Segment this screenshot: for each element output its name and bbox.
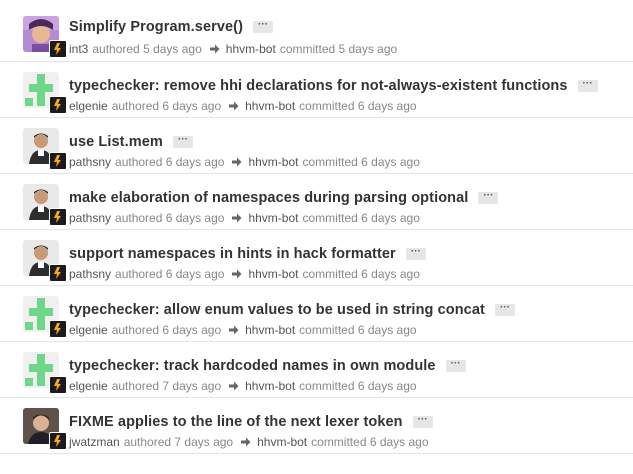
authored-time: authored 6 days ago: [115, 211, 225, 225]
avatar-group: [23, 296, 67, 338]
committed-time: committed 6 days ago: [302, 155, 420, 169]
commit-row: typechecker: remove hhi declarations for…: [0, 62, 633, 118]
arrow-right-icon: [232, 269, 242, 279]
commit-title[interactable]: FIXME applies to the line of the next le…: [69, 414, 403, 430]
committed-time: committed 6 days ago: [299, 379, 417, 393]
commit-row: support namespaces in hints in hack form…: [0, 230, 633, 286]
committer-avatar-bot-icon[interactable]: [49, 40, 67, 58]
commit-row: FIXME applies to the line of the next le…: [0, 398, 633, 454]
commit-row: use List.mem ··· pathsny authored 6 days…: [0, 118, 633, 174]
authored-time: authored 7 days ago: [123, 435, 234, 449]
committer-avatar-bot-icon[interactable]: [49, 264, 67, 282]
author-name[interactable]: jwatzman: [69, 435, 120, 449]
commit-title[interactable]: typechecker: remove hhi declarations for…: [69, 78, 568, 94]
commit-row: make elaboration of namespaces during pa…: [0, 174, 633, 230]
author-name[interactable]: pathsny: [69, 155, 111, 169]
ellipsis-button[interactable]: ···: [577, 79, 598, 92]
commit-title[interactable]: typechecker: allow enum values to be use…: [69, 302, 485, 318]
arrow-right-icon: [229, 101, 239, 111]
commit-title[interactable]: typechecker: track hardcoded names in ow…: [69, 358, 436, 374]
committer-name[interactable]: hhvm-bot: [245, 323, 295, 337]
committer-name[interactable]: hhvm-bot: [245, 379, 295, 393]
ellipsis-button[interactable]: ···: [253, 20, 274, 33]
ellipsis-button[interactable]: ···: [412, 415, 433, 428]
committed-time: committed 6 days ago: [302, 267, 420, 281]
author-name[interactable]: elgenie: [69, 379, 108, 393]
authored-time: authored 7 days ago: [111, 379, 222, 393]
commit-row: typechecker: allow enum values to be use…: [0, 286, 633, 342]
committed-time: committed 5 days ago: [279, 42, 398, 56]
arrow-right-icon: [241, 437, 251, 447]
committer-avatar-bot-icon[interactable]: [49, 96, 67, 114]
ellipsis-button[interactable]: ···: [494, 303, 515, 316]
authored-time: authored 6 days ago: [111, 99, 222, 113]
author-name[interactable]: elgenie: [69, 99, 108, 113]
commit-row: Simplify Program.serve() ··· int3 author…: [0, 0, 633, 62]
committer-avatar-bot-icon[interactable]: [49, 208, 67, 226]
arrow-right-icon: [232, 213, 242, 223]
committer-name[interactable]: hhvm-bot: [226, 42, 276, 56]
author-name[interactable]: int3: [69, 42, 88, 56]
arrow-right-icon: [229, 381, 239, 391]
commit-row: typechecker: track hardcoded names in ow…: [0, 342, 633, 398]
authored-time: authored 6 days ago: [115, 155, 225, 169]
committed-time: committed 6 days ago: [311, 435, 429, 449]
committer-avatar-bot-icon[interactable]: [49, 432, 67, 450]
committer-name[interactable]: hhvm-bot: [248, 267, 298, 281]
ellipsis-button[interactable]: ···: [445, 359, 466, 372]
authored-time: authored 6 days ago: [111, 323, 222, 337]
committer-name[interactable]: hhvm-bot: [257, 435, 307, 449]
avatar-group: [23, 128, 67, 170]
commit-title[interactable]: make elaboration of namespaces during pa…: [69, 190, 468, 206]
avatar-group: [23, 408, 67, 450]
arrow-right-icon: [229, 325, 239, 335]
committer-avatar-bot-icon[interactable]: [49, 320, 67, 338]
avatar-group: [23, 240, 67, 282]
committed-time: committed 6 days ago: [302, 211, 420, 225]
commit-list: Simplify Program.serve() ··· int3 author…: [0, 0, 633, 454]
committer-name[interactable]: hhvm-bot: [248, 155, 298, 169]
commit-title[interactable]: use List.mem: [69, 134, 163, 150]
avatar-group: [23, 184, 67, 226]
author-name[interactable]: pathsny: [69, 267, 111, 281]
commit-title[interactable]: support namespaces in hints in hack form…: [69, 246, 396, 262]
author-name[interactable]: elgenie: [69, 323, 108, 337]
committed-time: committed 6 days ago: [299, 99, 417, 113]
authored-time: authored 5 days ago: [92, 42, 202, 56]
authored-time: authored 6 days ago: [115, 267, 225, 281]
arrow-right-icon: [232, 157, 242, 167]
ellipsis-button[interactable]: ···: [172, 135, 193, 148]
committer-name[interactable]: hhvm-bot: [248, 211, 298, 225]
arrow-right-icon: [209, 44, 220, 54]
committed-time: committed 6 days ago: [299, 323, 417, 337]
committer-avatar-bot-icon[interactable]: [49, 152, 67, 170]
committer-avatar-bot-icon[interactable]: [49, 376, 67, 394]
avatar-group: [23, 72, 67, 114]
commit-title[interactable]: Simplify Program.serve(): [69, 19, 243, 35]
author-name[interactable]: pathsny: [69, 211, 111, 225]
avatar-group: [23, 352, 67, 394]
ellipsis-button[interactable]: ···: [405, 247, 426, 260]
ellipsis-button[interactable]: ···: [478, 191, 499, 204]
committer-name[interactable]: hhvm-bot: [245, 99, 295, 113]
avatar-group: [23, 16, 67, 58]
